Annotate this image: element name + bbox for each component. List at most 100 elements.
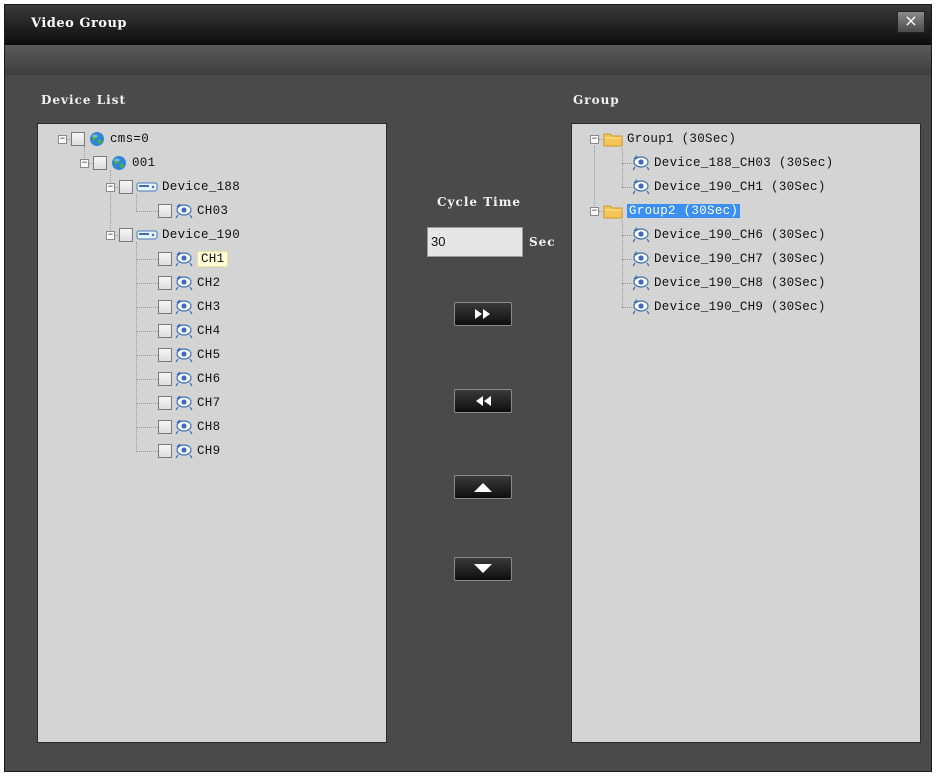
tree-node-label: Device_188 [162,180,241,194]
tree-node-label: Device_190_CH7 (30Sec) [654,252,826,266]
camera-icon [175,443,193,459]
tree-node-ch2[interactable]: CH2 [158,273,220,293]
tree-node-ch03[interactable]: CH03 [158,201,228,221]
tree-node-label: CH9 [197,444,221,458]
collapse-icon[interactable]: − [590,206,599,216]
tree-node-label: CH5 [197,348,221,362]
tree-node-label: CH2 [197,276,221,290]
checkbox[interactable] [158,324,172,338]
folder-icon [603,203,623,219]
tree-node-ch8[interactable]: CH8 [158,417,220,437]
close-icon: × [904,11,918,30]
double-left-arrow-icon [476,396,491,406]
tree-node-label: 001 [132,156,156,170]
checkbox[interactable] [119,228,133,242]
camera-icon [175,275,193,291]
tree-node-ch4[interactable]: CH4 [158,321,220,341]
tree-node-label: CH4 [197,324,221,338]
tree-node-device-190[interactable]: − Device_190 [106,225,240,245]
tree-node-ch1[interactable]: CH1 [158,249,229,269]
tree-node-label: Device_188_CH03 (30Sec) [654,156,834,170]
camera-icon [175,203,193,219]
dvr-device-icon [136,227,158,243]
device-list-label: Device List [41,93,126,107]
camera-icon [632,299,650,315]
camera-icon [175,323,193,339]
checkbox[interactable] [158,276,172,290]
tree-node-ch6[interactable]: CH6 [158,369,220,389]
tree-node-group2-item[interactable]: Device_190_CH7 (30Sec) [632,249,826,269]
camera-icon [632,179,650,195]
tree-node-label: Device_190_CH9 (30Sec) [654,300,826,314]
close-button[interactable]: × [897,11,925,33]
camera-icon [632,227,650,243]
title-bar[interactable]: Video Group × [5,5,931,45]
tree-node-label: cms=0 [110,132,150,146]
tree-node-label: Group2 (30Sec) [627,204,741,218]
checkbox[interactable] [158,396,172,410]
tree-node-label: Device_190_CH1 (30Sec) [654,180,826,194]
tree-node-group1[interactable]: − Group1 (30Sec) [590,129,736,149]
checkbox[interactable] [158,444,172,458]
collapse-icon[interactable]: − [106,230,115,240]
tree-node-ch7[interactable]: CH7 [158,393,220,413]
tree-node-group2-item[interactable]: Device_190_CH9 (30Sec) [632,297,826,317]
camera-icon [175,395,193,411]
tree-node-label: CH1 [197,251,229,267]
collapse-icon[interactable]: − [80,158,89,168]
checkbox[interactable] [158,420,172,434]
checkbox[interactable] [158,204,172,218]
checkbox[interactable] [71,132,85,146]
remove-from-group-button[interactable] [454,389,512,413]
tree-node-label: CH03 [197,204,229,218]
tree-node-device-188[interactable]: − Device_188 [106,177,240,197]
collapse-icon[interactable]: − [590,134,599,144]
tree-node-label: Device_190_CH6 (30Sec) [654,228,826,242]
folder-icon [603,131,623,147]
camera-icon [175,299,193,315]
checkbox[interactable] [158,252,172,266]
add-to-group-button[interactable] [454,302,512,326]
cycle-time-input[interactable]: 30 [427,227,523,257]
tree-node-group2-item[interactable]: Device_190_CH6 (30Sec) [632,225,826,245]
tree-node-group2[interactable]: − Group2 (30Sec) [590,201,741,221]
globe-icon [88,131,106,147]
checkbox[interactable] [158,300,172,314]
move-up-button[interactable] [454,475,512,499]
tree-node-label: Device_190_CH8 (30Sec) [654,276,826,290]
camera-icon [175,347,193,363]
tree-node-label: Device_190 [162,228,241,242]
window-title: Video Group [31,16,128,31]
globe-icon [110,155,128,171]
camera-icon [632,251,650,267]
tree-node-label: Group1 (30Sec) [627,132,737,146]
tree-node-ch5[interactable]: CH5 [158,345,220,365]
checkbox[interactable] [158,348,172,362]
tree-node-group1-item[interactable]: Device_190_CH1 (30Sec) [632,177,826,197]
move-down-button[interactable] [454,557,512,581]
cycle-time-label: Cycle Time [437,195,522,209]
tree-node-label: CH3 [197,300,221,314]
collapse-icon[interactable]: − [58,134,67,144]
checkbox[interactable] [158,372,172,386]
camera-icon [175,371,193,387]
tree-node-label: CH8 [197,420,221,434]
checkbox[interactable] [93,156,107,170]
double-right-arrow-icon [475,309,490,319]
group-label: Group [573,93,620,107]
toolbar-strip [5,45,931,75]
tree-node-label: CH6 [197,372,221,386]
tree-node-label: CH7 [197,396,221,410]
collapse-icon[interactable]: − [106,182,115,192]
tree-node-group1-item[interactable]: Device_188_CH03 (30Sec) [632,153,833,173]
tree-node-ch9[interactable]: CH9 [158,441,220,461]
tree-node-cms[interactable]: − cms=0 [58,129,149,149]
tree-node-site-001[interactable]: − 001 [80,153,155,173]
checkbox[interactable] [119,180,133,194]
video-group-dialog: Video Group × Device List Group − cms=0 [4,4,932,772]
tree-node-ch3[interactable]: CH3 [158,297,220,317]
group-panel[interactable]: − Group1 (30Sec) Device_188_CH03 (30Sec)… [571,123,921,743]
tree-node-group2-item[interactable]: Device_190_CH8 (30Sec) [632,273,826,293]
device-list-panel[interactable]: − cms=0 − 001 − Device_188 CH03 − Device… [37,123,387,743]
camera-icon [175,419,193,435]
